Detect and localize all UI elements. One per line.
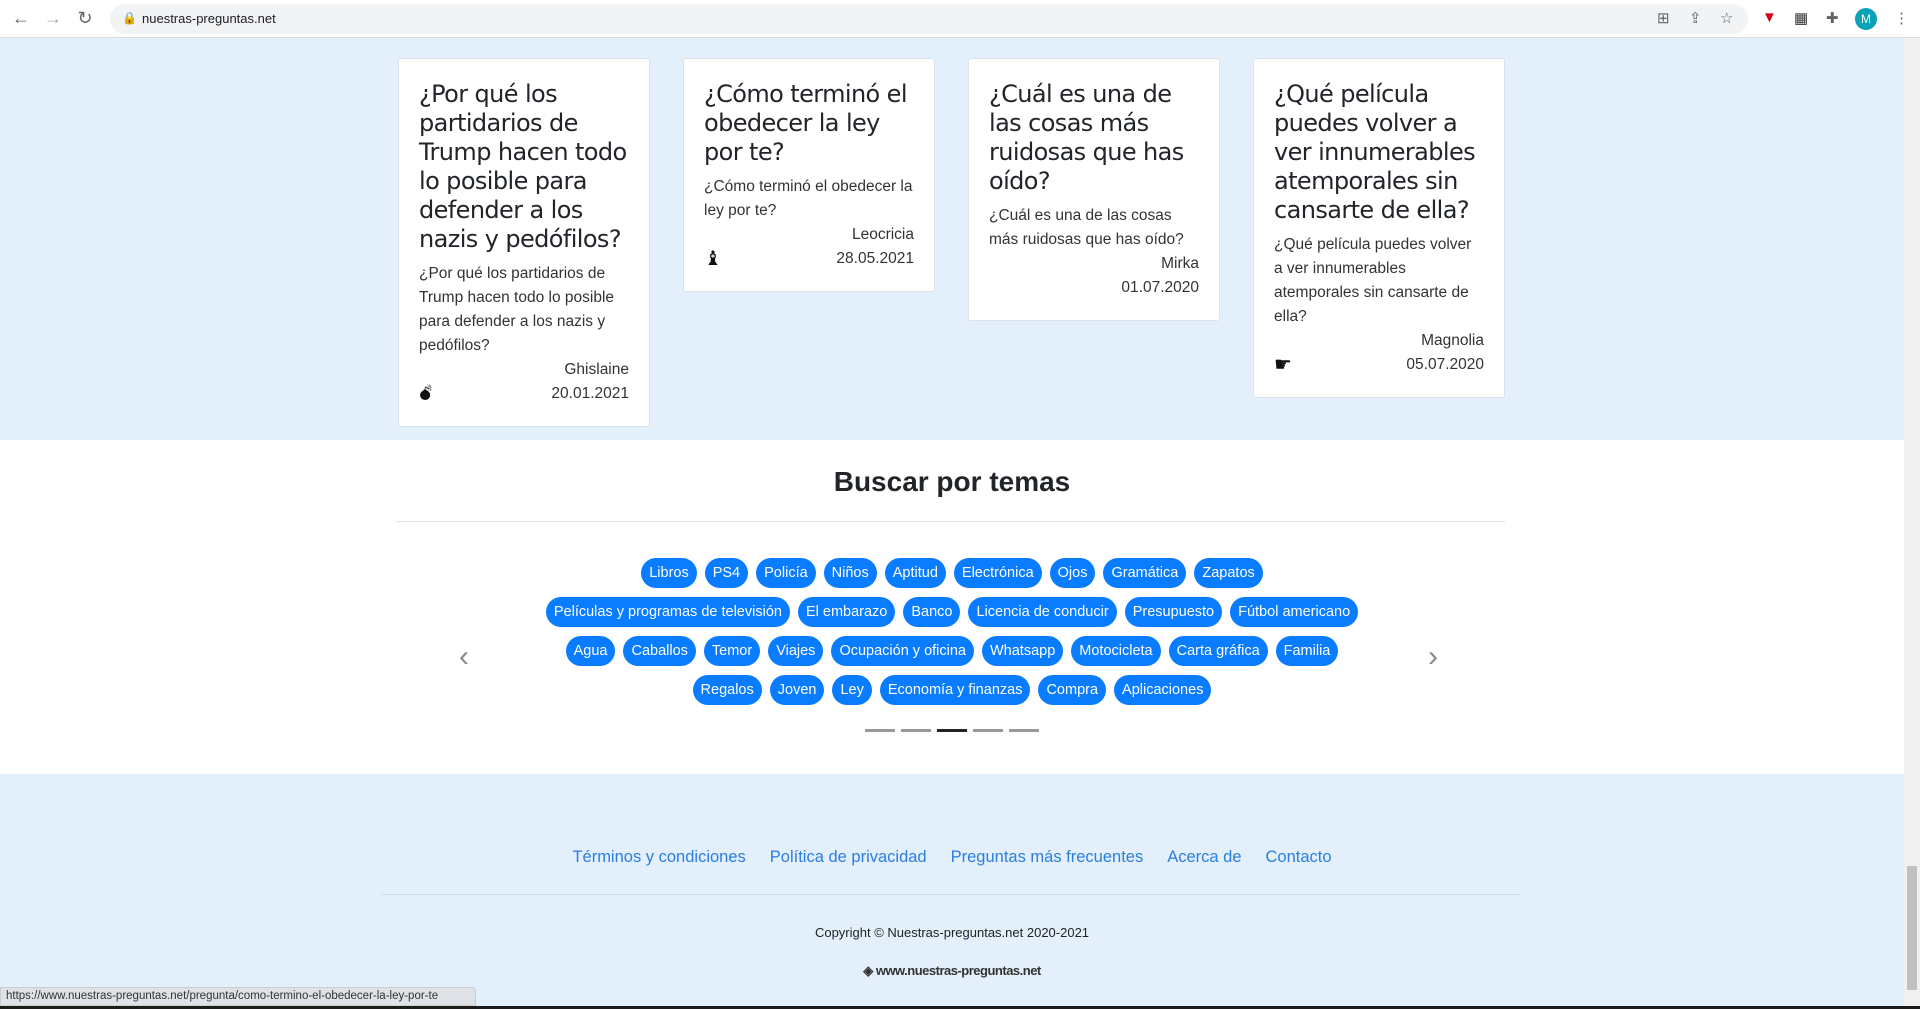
card-date: 01.07.2020 bbox=[1121, 279, 1199, 296]
share-icon[interactable]: ⇪ bbox=[1689, 9, 1702, 27]
carousel-indicators bbox=[0, 729, 1904, 732]
divider bbox=[396, 521, 1505, 522]
card-excerpt: ¿Qué película puedes volver a ver innume… bbox=[1274, 236, 1472, 325]
carousel-next-icon[interactable]: › bbox=[1428, 640, 1438, 674]
tag-row: Libros PS4 Policía Niños Aptitud Electrónica O… bbox=[0, 558, 1904, 588]
footer: Términos y condiciones Política de priva… bbox=[0, 774, 1904, 1009]
topic-tag[interactable]: Ley bbox=[832, 675, 872, 705]
topic-tag[interactable]: Familia bbox=[1275, 636, 1339, 666]
carousel-indicator[interactable] bbox=[937, 729, 967, 732]
topic-tag[interactable]: Banco bbox=[903, 597, 961, 627]
tag-row: Regalos Joven Ley Economía y finanzas Compra… bbox=[0, 675, 1904, 705]
carousel-indicator[interactable] bbox=[901, 729, 931, 732]
topic-tag[interactable]: Aplicaciones bbox=[1114, 675, 1212, 705]
card-author: Leocricia bbox=[851, 226, 914, 243]
related-questions: ¿Por qué los partidarios de Trump hacen … bbox=[0, 38, 1904, 440]
topic-tag[interactable]: Aptitud bbox=[884, 558, 946, 588]
scrollbar-thumb[interactable] bbox=[1907, 866, 1917, 990]
site-logo[interactable]: ◈ www.nuestras-preguntas.net bbox=[0, 963, 1904, 979]
card-author: Mirka bbox=[1161, 255, 1199, 272]
extension-calendar-icon[interactable]: ▦ bbox=[1794, 9, 1808, 27]
logo-text: www.nuestras-preguntas.net bbox=[875, 963, 1041, 978]
profile-avatar[interactable]: M bbox=[1855, 8, 1877, 30]
extension-shield-icon[interactable]: ▼ bbox=[1762, 9, 1777, 26]
card-author: Magnolia bbox=[1421, 332, 1484, 349]
topic-tag[interactable]: Fútbol americano bbox=[1230, 597, 1359, 627]
lock-icon: 🔒 bbox=[122, 11, 137, 25]
topic-tag[interactable]: Compra bbox=[1038, 675, 1107, 705]
footer-link-contact[interactable]: Contacto bbox=[1266, 848, 1332, 867]
question-card[interactable]: ¿Cómo terminó el obedecer la ley por te?… bbox=[683, 58, 935, 292]
topic-tag[interactable]: Presupuesto bbox=[1124, 597, 1223, 627]
topic-tag[interactable]: Agua bbox=[565, 636, 616, 666]
carousel-indicator[interactable] bbox=[1009, 729, 1039, 732]
hand-pointing-right-icon: ☛ bbox=[1274, 354, 1292, 376]
card-date: 20.01.2021 bbox=[551, 385, 629, 402]
divider bbox=[382, 894, 1521, 895]
star-icon[interactable]: ☆ bbox=[1720, 9, 1733, 27]
card-title[interactable]: ¿Cómo terminó el obedecer la ley por te? bbox=[704, 80, 914, 167]
url-text: nuestras-preguntas.net bbox=[142, 11, 276, 26]
footer-link-privacy[interactable]: Política de privacidad bbox=[770, 848, 927, 867]
translate-icon[interactable]: ⊞ bbox=[1657, 9, 1670, 27]
topic-tag[interactable]: Policía bbox=[756, 558, 816, 588]
topic-tag[interactable]: El embarazo bbox=[797, 597, 896, 627]
reload-icon[interactable]: ↻ bbox=[74, 8, 96, 29]
topic-tag[interactable]: Gramática bbox=[1103, 558, 1187, 588]
topic-tag[interactable]: Joven bbox=[769, 675, 825, 705]
question-card[interactable]: ¿Por qué los partidarios de Trump hacen … bbox=[398, 58, 650, 427]
card-title[interactable]: ¿Por qué los partidarios de Trump hacen … bbox=[419, 80, 629, 254]
card-author: Ghislaine bbox=[564, 361, 629, 378]
chess-bishop-icon: ♝ bbox=[704, 248, 722, 270]
topic-tag[interactable]: Niños bbox=[823, 558, 877, 588]
topic-tag[interactable]: Libros bbox=[641, 558, 697, 588]
footer-link-terms[interactable]: Términos y condiciones bbox=[572, 848, 745, 867]
question-card[interactable]: ¿Qué película puedes volver a ver innume… bbox=[1253, 58, 1505, 398]
bomb-icon: 💣︎ bbox=[419, 383, 432, 405]
carousel-indicator[interactable] bbox=[973, 729, 1003, 732]
copyright: Copyright © Nuestras-preguntas.net 2020-… bbox=[814, 925, 1090, 940]
forward-icon[interactable]: → bbox=[42, 8, 64, 29]
topic-tag[interactable]: Ocupación y oficina bbox=[831, 636, 974, 666]
browser-toolbar: ← → ↻ 🔒 nuestras-preguntas.net ⊞ ⇪ ☆ ▼ ▦… bbox=[0, 0, 1920, 38]
back-icon[interactable]: ← bbox=[10, 8, 32, 29]
topic-tag[interactable]: Películas y programas de televisión bbox=[545, 597, 790, 627]
topic-tag[interactable]: Ojos bbox=[1049, 558, 1096, 588]
footer-link-about[interactable]: Acerca de bbox=[1167, 848, 1241, 867]
card-date: 28.05.2021 bbox=[836, 250, 914, 267]
tag-row: Agua Caballos Temor Viajes Ocupación y ofici… bbox=[0, 636, 1904, 666]
topic-tag[interactable]: Temor bbox=[703, 636, 761, 666]
address-bar[interactable]: 🔒 nuestras-preguntas.net bbox=[110, 4, 1748, 34]
footer-link-faq[interactable]: Preguntas más frecuentes bbox=[951, 848, 1144, 867]
topic-tag[interactable]: Electrónica bbox=[953, 558, 1042, 588]
carousel-prev-icon[interactable]: ‹ bbox=[459, 640, 469, 674]
logo-mark-icon: ◈ bbox=[863, 963, 876, 978]
tag-row: Películas y programas de televisión El em… bbox=[0, 597, 1904, 627]
question-card[interactable]: ¿Cuál es una de las cosas más ruidosas q… bbox=[968, 58, 1220, 321]
topics-heading: Buscar por temas bbox=[833, 466, 1071, 497]
topic-tag[interactable]: Licencia de conducir bbox=[968, 597, 1117, 627]
topic-tag[interactable]: Whatsapp bbox=[981, 636, 1064, 666]
card-date: 05.07.2020 bbox=[1406, 356, 1484, 373]
topic-tag[interactable]: PS4 bbox=[704, 558, 749, 588]
status-bar-url: https://www.nuestras-preguntas.net/pregu… bbox=[0, 987, 476, 1006]
topic-tag[interactable]: Regalos bbox=[692, 675, 762, 705]
topic-tag[interactable]: Economía y finanzas bbox=[879, 675, 1031, 705]
card-excerpt: ¿Cuál es una de las cosas más ruidosas q… bbox=[989, 207, 1184, 248]
topic-tag[interactable]: Zapatos bbox=[1194, 558, 1263, 588]
card-excerpt: ¿Por qué los partidarios de Trump hacen … bbox=[419, 265, 615, 354]
footer-links: Términos y condiciones Política de priva… bbox=[0, 848, 1904, 867]
card-excerpt: ¿Cómo terminó el obedecer la ley por te? bbox=[704, 178, 913, 219]
carousel-indicator[interactable] bbox=[865, 729, 895, 732]
topic-tag[interactable]: Caballos bbox=[623, 636, 696, 666]
extensions-puzzle-icon[interactable]: ✚ bbox=[1826, 9, 1839, 27]
menu-kebab-icon[interactable]: ⋮ bbox=[1894, 9, 1909, 27]
topic-tag[interactable]: Motocicleta bbox=[1071, 636, 1161, 666]
card-title[interactable]: ¿Cuál es una de las cosas más ruidosas q… bbox=[989, 80, 1199, 196]
topic-tag[interactable]: Carta gráfica bbox=[1168, 636, 1268, 666]
card-title[interactable]: ¿Qué película puedes volver a ver innume… bbox=[1274, 80, 1484, 225]
topic-tag[interactable]: Viajes bbox=[768, 636, 824, 666]
scrollbar[interactable] bbox=[1904, 38, 1920, 1006]
topics-section: Buscar por temas Libros PS4 Policía Niños Ap… bbox=[0, 440, 1904, 774]
